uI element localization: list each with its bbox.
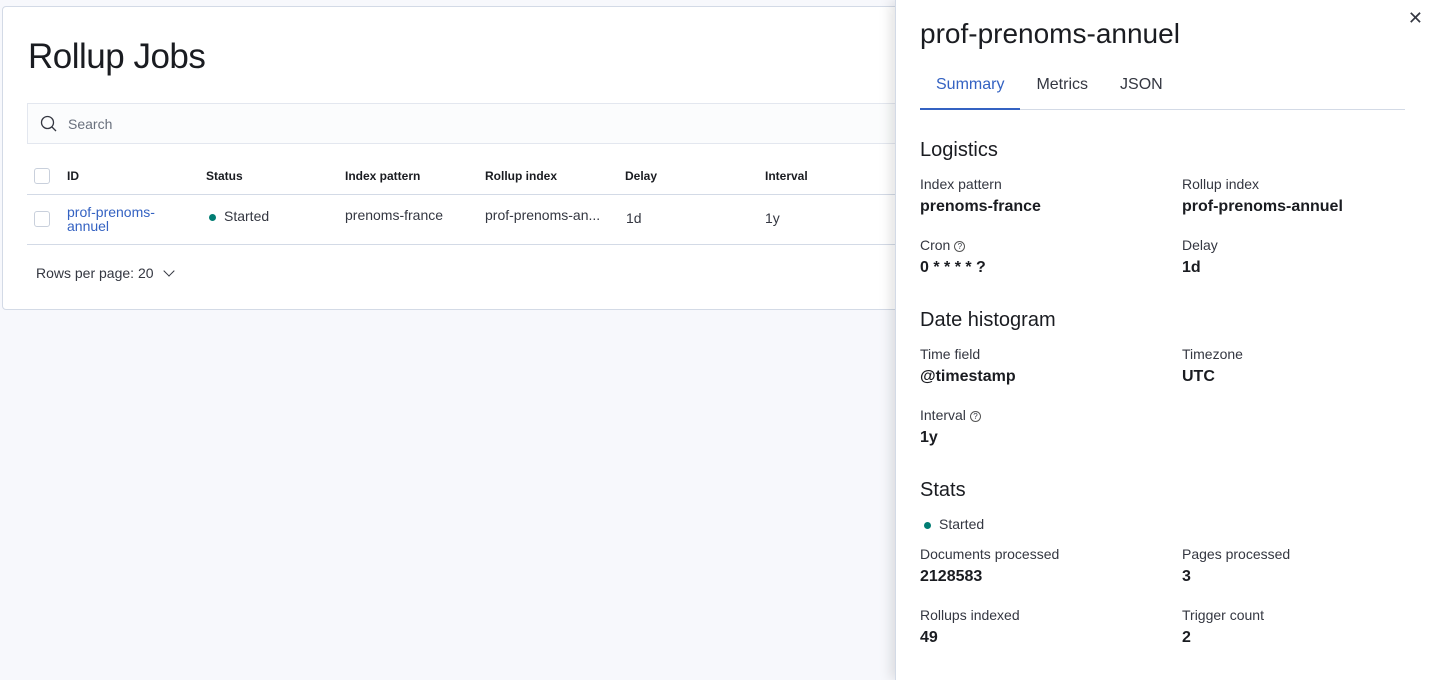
- chevron-down-icon: [163, 265, 176, 277]
- rollups-indexed-value: 49: [920, 629, 938, 646]
- row-checkbox[interactable]: [34, 211, 50, 227]
- column-header-index-pattern[interactable]: Index pattern: [345, 169, 420, 183]
- tab-metrics[interactable]: Metrics: [1020, 70, 1104, 110]
- date-histogram-heading: Date histogram: [920, 309, 1056, 331]
- flyout-tabs: Summary Metrics JSON: [920, 70, 1405, 110]
- status-cell: Started: [209, 208, 269, 224]
- select-all-checkbox[interactable]: [34, 168, 50, 184]
- interval-cell: 1y: [765, 210, 780, 226]
- column-header-id[interactable]: ID: [67, 169, 79, 183]
- search-input[interactable]: Search: [27, 103, 1007, 144]
- delay-cell: 1d: [626, 210, 642, 226]
- column-header-rollup-index[interactable]: Rollup index: [485, 169, 557, 183]
- delay-label: Delay: [1182, 237, 1218, 253]
- job-id-link[interactable]: prof-prenoms-annuel: [67, 205, 155, 233]
- time-field-label: Time field: [920, 346, 981, 362]
- status-dot-icon: [209, 213, 216, 221]
- job-details-flyout: ✕ prof-prenoms-annuel Summary Metrics JS…: [895, 0, 1437, 680]
- page-title: Rollup Jobs: [28, 37, 206, 76]
- column-header-delay[interactable]: Delay: [625, 169, 657, 183]
- tab-summary[interactable]: Summary: [920, 70, 1021, 110]
- rollup-index-value: prof-prenoms-annuel: [1182, 198, 1343, 215]
- search-icon: [40, 115, 57, 131]
- timezone-label: Timezone: [1182, 346, 1243, 362]
- documents-processed-value: 2128583: [920, 568, 983, 585]
- pages-processed-label: Pages processed: [1182, 546, 1291, 562]
- tab-json[interactable]: JSON: [1104, 70, 1179, 110]
- rollup-index-cell: prof-prenoms-an...: [485, 207, 601, 223]
- interval-label: Interval?: [920, 407, 981, 423]
- divider: [27, 244, 1007, 245]
- interval-value: 1y: [920, 429, 938, 446]
- logistics-heading: Logistics: [920, 139, 998, 161]
- divider: [27, 194, 1007, 195]
- pages-processed-value: 3: [1182, 568, 1191, 585]
- status-dot-icon: [924, 521, 931, 529]
- time-field-value: @timestamp: [920, 368, 1016, 385]
- column-header-interval[interactable]: Interval: [765, 169, 808, 183]
- documents-processed-label: Documents processed: [920, 546, 1060, 562]
- index-pattern-value: prenoms-france: [920, 198, 1041, 215]
- help-icon[interactable]: ?: [954, 240, 966, 252]
- close-icon[interactable]: ✕: [1408, 8, 1423, 29]
- help-icon[interactable]: ?: [969, 410, 981, 422]
- rollup-jobs-panel: Rollup Jobs Search ID Status Index patte…: [2, 6, 1007, 310]
- index-pattern-cell: prenoms-france: [345, 207, 444, 223]
- stats-heading: Stats: [920, 479, 966, 501]
- trigger-count-label: Trigger count: [1182, 607, 1264, 623]
- trigger-count-value: 2: [1182, 629, 1191, 646]
- cron-label: Cron?: [920, 237, 966, 253]
- flyout-title: prof-prenoms-annuel: [920, 18, 1180, 49]
- cron-value: 0 * * * * ?: [920, 259, 986, 276]
- index-pattern-label: Index pattern: [920, 176, 1002, 192]
- rollups-indexed-label: Rollups indexed: [920, 607, 1020, 623]
- rollup-index-label: Rollup index: [1182, 176, 1260, 192]
- stats-status: Started: [924, 516, 984, 532]
- column-header-status[interactable]: Status: [206, 169, 243, 183]
- rows-per-page-button[interactable]: Rows per page: 20: [36, 265, 176, 281]
- timezone-value: UTC: [1182, 368, 1215, 385]
- delay-value: 1d: [1182, 259, 1201, 276]
- search-placeholder: Search: [68, 115, 113, 132]
